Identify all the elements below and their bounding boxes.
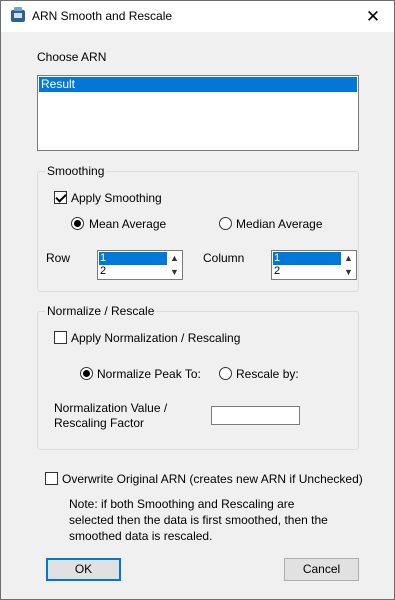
list-item[interactable]: Result xyxy=(39,77,357,92)
chevron-down-icon[interactable]: ▼ xyxy=(341,265,356,279)
rescale-by-radio[interactable] xyxy=(219,367,232,380)
ok-button[interactable]: OK xyxy=(46,558,121,581)
column-value-1[interactable]: 1 xyxy=(273,252,341,265)
rescaling-factor-label: Rescaling Factor xyxy=(54,416,145,430)
app-icon xyxy=(11,7,25,22)
row-value-2[interactable]: 2 xyxy=(99,265,167,278)
normalize-peak-radio[interactable] xyxy=(80,367,93,380)
apply-normalization-checkbox[interactable] xyxy=(54,331,67,344)
note-text: Note: if both Smoothing and Rescaling ar… xyxy=(69,496,359,544)
column-label: Column xyxy=(203,251,245,265)
mean-average-radio[interactable] xyxy=(71,217,84,230)
row-spinner[interactable]: 1 2 ▲ ▼ xyxy=(97,250,183,280)
arn-listbox[interactable]: Result xyxy=(37,75,359,151)
overwrite-checkbox[interactable] xyxy=(45,472,58,485)
rescale-by-label[interactable]: Rescale by: xyxy=(236,367,299,381)
cancel-button[interactable]: Cancel xyxy=(284,558,359,581)
title-bar[interactable]: ARN Smooth and Rescale ✕ xyxy=(1,1,394,32)
close-icon[interactable]: ✕ xyxy=(352,1,394,32)
note-line: selected then the data is first smoothed… xyxy=(69,513,328,527)
window-title: ARN Smooth and Rescale xyxy=(32,9,173,23)
apply-smoothing-label[interactable]: Apply Smoothing xyxy=(71,191,162,205)
overwrite-label[interactable]: Overwrite Original ARN (creates new ARN … xyxy=(62,472,363,486)
smoothing-group-title: Smoothing xyxy=(45,164,107,178)
row-label: Row xyxy=(46,251,71,265)
column-value-2[interactable]: 2 xyxy=(273,265,341,278)
chevron-up-icon[interactable]: ▲ xyxy=(167,251,182,265)
apply-smoothing-checkbox[interactable] xyxy=(54,191,67,204)
normalization-value-input[interactable] xyxy=(211,406,300,425)
mean-average-label[interactable]: Mean Average xyxy=(89,217,166,231)
normalization-value-label: Normalization Value / xyxy=(54,401,168,415)
row-value-1[interactable]: 1 xyxy=(99,252,167,265)
normalize-peak-label[interactable]: Normalize Peak To: xyxy=(97,367,201,381)
note-line: smoothed data is rescaled. xyxy=(69,529,213,543)
chevron-up-icon[interactable]: ▲ xyxy=(341,251,356,265)
dialog-window: ARN Smooth and Rescale ✕ Choose ARN Resu… xyxy=(0,0,395,600)
chevron-down-icon[interactable]: ▼ xyxy=(167,265,182,279)
row-spin-buttons[interactable]: ▲ ▼ xyxy=(167,251,182,279)
choose-arn-label: Choose ARN xyxy=(37,50,107,64)
column-spin-buttons[interactable]: ▲ ▼ xyxy=(341,251,356,279)
median-average-label[interactable]: Median Average xyxy=(236,217,323,231)
median-average-radio[interactable] xyxy=(219,217,232,230)
normalize-group-title: Normalize / Rescale xyxy=(45,304,157,318)
note-line: Note: if both Smoothing and Rescaling ar… xyxy=(69,497,295,511)
column-spinner[interactable]: 1 2 ▲ ▼ xyxy=(271,250,357,280)
apply-normalization-label[interactable]: Apply Normalization / Rescaling xyxy=(71,331,240,345)
